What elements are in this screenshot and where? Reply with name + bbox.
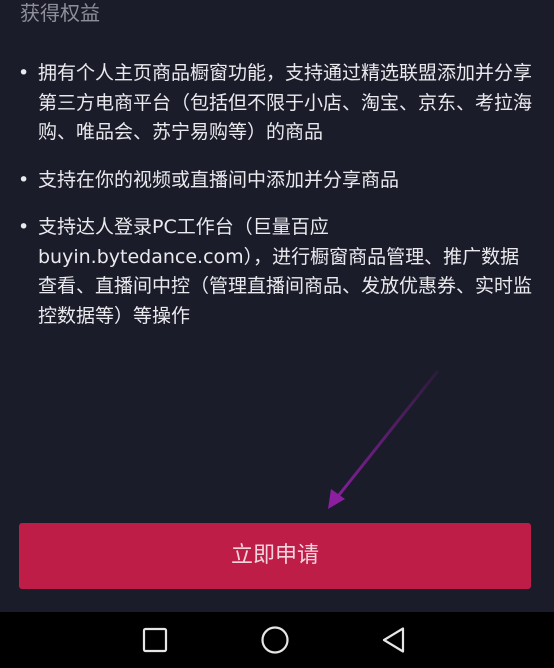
- benefit-item: • 拥有个人主页商品橱窗功能，支持通过精选联盟添加并分享第三方电商平台（包括但不…: [18, 59, 538, 148]
- circle-icon: [261, 626, 289, 654]
- bullet-icon: •: [18, 62, 30, 84]
- benefit-text: 拥有个人主页商品橱窗功能，支持通过精选联盟添加并分享第三方电商平台（包括但不限于…: [38, 62, 533, 143]
- benefit-text: 支持达人登录PC工作台（巨量百应 buyin.bytedance.com），进行…: [38, 216, 533, 327]
- benefits-list: • 拥有个人主页商品橱窗功能，支持通过精选联盟添加并分享第三方电商平台（包括但不…: [18, 59, 538, 331]
- benefits-panel: 获得权益 • 拥有个人主页商品橱窗功能，支持通过精选联盟添加并分享第三方电商平台…: [0, 0, 554, 612]
- section-title: 获得权益: [20, 1, 100, 25]
- apply-button[interactable]: 立即申请: [19, 523, 531, 589]
- bullet-icon: •: [18, 216, 30, 238]
- recents-button[interactable]: [115, 612, 195, 668]
- triangle-back-icon: [382, 627, 405, 653]
- benefit-item: • 支持在你的视频或直播间中添加并分享商品: [18, 166, 538, 196]
- square-icon: [142, 627, 168, 653]
- screen: 获得权益 • 拥有个人主页商品橱窗功能，支持通过精选联盟添加并分享第三方电商平台…: [0, 0, 554, 668]
- benefit-text: 支持在你的视频或直播间中添加并分享商品: [38, 168, 400, 191]
- back-button[interactable]: [354, 612, 434, 668]
- benefit-item: • 支持达人登录PC工作台（巨量百应 buyin.bytedance.com），…: [18, 213, 538, 331]
- bullet-icon: •: [18, 168, 30, 191]
- home-button[interactable]: [235, 612, 315, 668]
- system-nav-bar: [0, 612, 554, 668]
